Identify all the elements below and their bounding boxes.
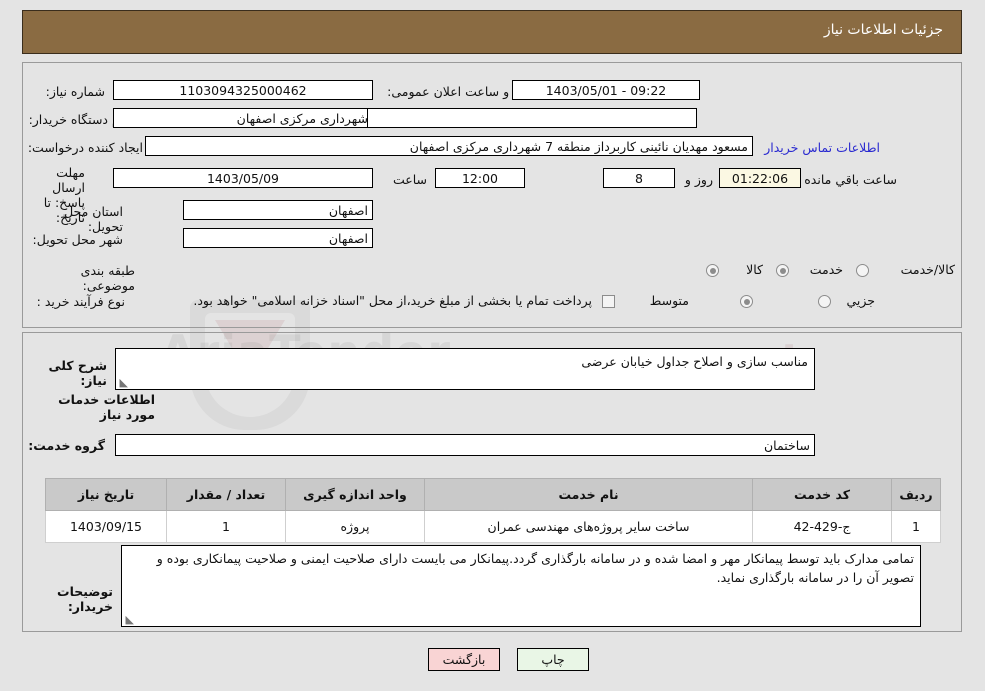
page-title: جزئیات اطلاعات نیاز: [823, 22, 943, 38]
general-description-textarea[interactable]: مناسب سازی و اصلاح جداول خیابان عرضی ◣: [115, 348, 815, 390]
radio-category-kala[interactable]: [706, 264, 719, 277]
col-date: تاریخ نیاز: [45, 478, 167, 511]
radio-process-jozi[interactable]: [818, 295, 831, 308]
buyer-notes-textarea[interactable]: تمامی مدارک باید توسط پیمانکار مهر و امض…: [121, 545, 921, 627]
need-number-label: شماره نیاز:: [45, 84, 105, 99]
general-description-value: مناسب سازی و اصلاح جداول خیابان عرضی: [581, 354, 808, 369]
hour-label: ساعت: [392, 172, 427, 187]
deadline-date-value: 1403/05/09: [113, 168, 373, 188]
buyer-org-label: نام دستگاه خریدار:: [28, 112, 127, 127]
service-section-title: اطلاعات خدمات مورد نیاز: [58, 392, 155, 422]
service-group-label: گروه خدمت:: [28, 438, 105, 453]
buyer-notes-label: توضیحات خریدار:: [57, 584, 113, 614]
cell-date: 1403/09/15: [45, 510, 167, 543]
col-unit: واحد اندازه گیری: [285, 478, 425, 511]
col-name: نام خدمت: [424, 478, 753, 511]
requester-label: ایجاد کننده درخواست:: [27, 140, 143, 155]
days-label: روز و: [684, 172, 713, 187]
need-info-panel: [22, 62, 962, 328]
radio-category-kala-label: کالا: [746, 262, 763, 277]
category-label: طبقه بندی موضوعی:: [80, 263, 135, 293]
services-table: ردیف کد خدمت نام خدمت واحد اندازه گیری ت…: [45, 478, 941, 543]
buyer-org-value: شهرداری مرکزی اصفهان: [113, 108, 373, 128]
countdown-value: 01:22:06: [719, 168, 801, 188]
print-button[interactable]: چاپ: [517, 648, 589, 671]
radio-process-motavaset-label: متوسط: [649, 293, 689, 308]
buyer-notes-value: تمامی مدارک باید توسط پیمانکار مهر و امض…: [156, 551, 914, 585]
deadline-time-value: 12:00: [435, 168, 525, 188]
col-code: کد خدمت: [752, 478, 892, 511]
radio-category-khedmat[interactable]: [776, 264, 789, 277]
cell-row: 1: [891, 510, 941, 543]
general-description-label: شرح کلی نیاز:: [48, 358, 107, 388]
resize-grip-icon-notes[interactable]: ◣: [124, 614, 134, 625]
radio-process-jozi-label: جزیي: [846, 293, 875, 308]
cell-qty: 1: [166, 510, 286, 543]
radio-process-motavaset[interactable]: [740, 295, 753, 308]
delivery-province-label: استان محل تحویل:: [64, 204, 123, 234]
col-row: ردیف: [891, 478, 941, 511]
col-qty: تعداد / مقدار: [166, 478, 286, 511]
buyer-org-value-cont: [367, 108, 697, 128]
page-root: AriaTender .net جزئیات اطلاعات نیاز شمار…: [0, 0, 985, 691]
cell-unit: پروژه: [285, 510, 425, 543]
process-type-label: نوع فرآیند خرید :: [36, 294, 125, 309]
delivery-province-value: اصفهان: [183, 200, 373, 220]
back-button[interactable]: بازگشت: [428, 648, 500, 671]
service-group-value: ساختمان: [115, 434, 815, 456]
announce-value: 09:22 - 1403/05/01: [512, 80, 700, 100]
radio-category-kala-khedmat-label: کالا/خدمت: [900, 262, 955, 277]
header-bar: جزئیات اطلاعات نیاز: [22, 10, 962, 54]
table-header-row: ردیف کد خدمت نام خدمت واحد اندازه گیری ت…: [45, 478, 941, 511]
need-number-value: 1103094325000462: [113, 80, 373, 100]
treasury-bond-checkbox[interactable]: [602, 295, 615, 308]
treasury-bond-note: پرداخت تمام یا بخشی از مبلغ خرید،از محل …: [193, 293, 592, 308]
radio-category-kala-khedmat[interactable]: [856, 264, 869, 277]
delivery-city-value: اصفهان: [183, 228, 373, 248]
buyer-contact-link[interactable]: اطلاعات تماس خریدار: [764, 140, 880, 155]
remaining-hours-label: ساعت باقي مانده: [804, 172, 897, 187]
radio-category-khedmat-label: خدمت: [809, 262, 843, 277]
delivery-city-label: شهر محل تحویل:: [32, 232, 123, 247]
cell-name: ساخت سایر پروژه‌های مهندسی عمران: [424, 510, 753, 543]
requester-value: مسعود مهدیان نائینی کاربرداز منطقه 7 شهر…: [145, 136, 753, 156]
resize-grip-icon[interactable]: ◣: [118, 377, 128, 388]
remaining-days-value: 8: [603, 168, 675, 188]
cell-code: ج-429-42: [752, 510, 892, 543]
table-row[interactable]: 1 ج-429-42 ساخت سایر پروژه‌های مهندسی عم…: [45, 510, 941, 543]
